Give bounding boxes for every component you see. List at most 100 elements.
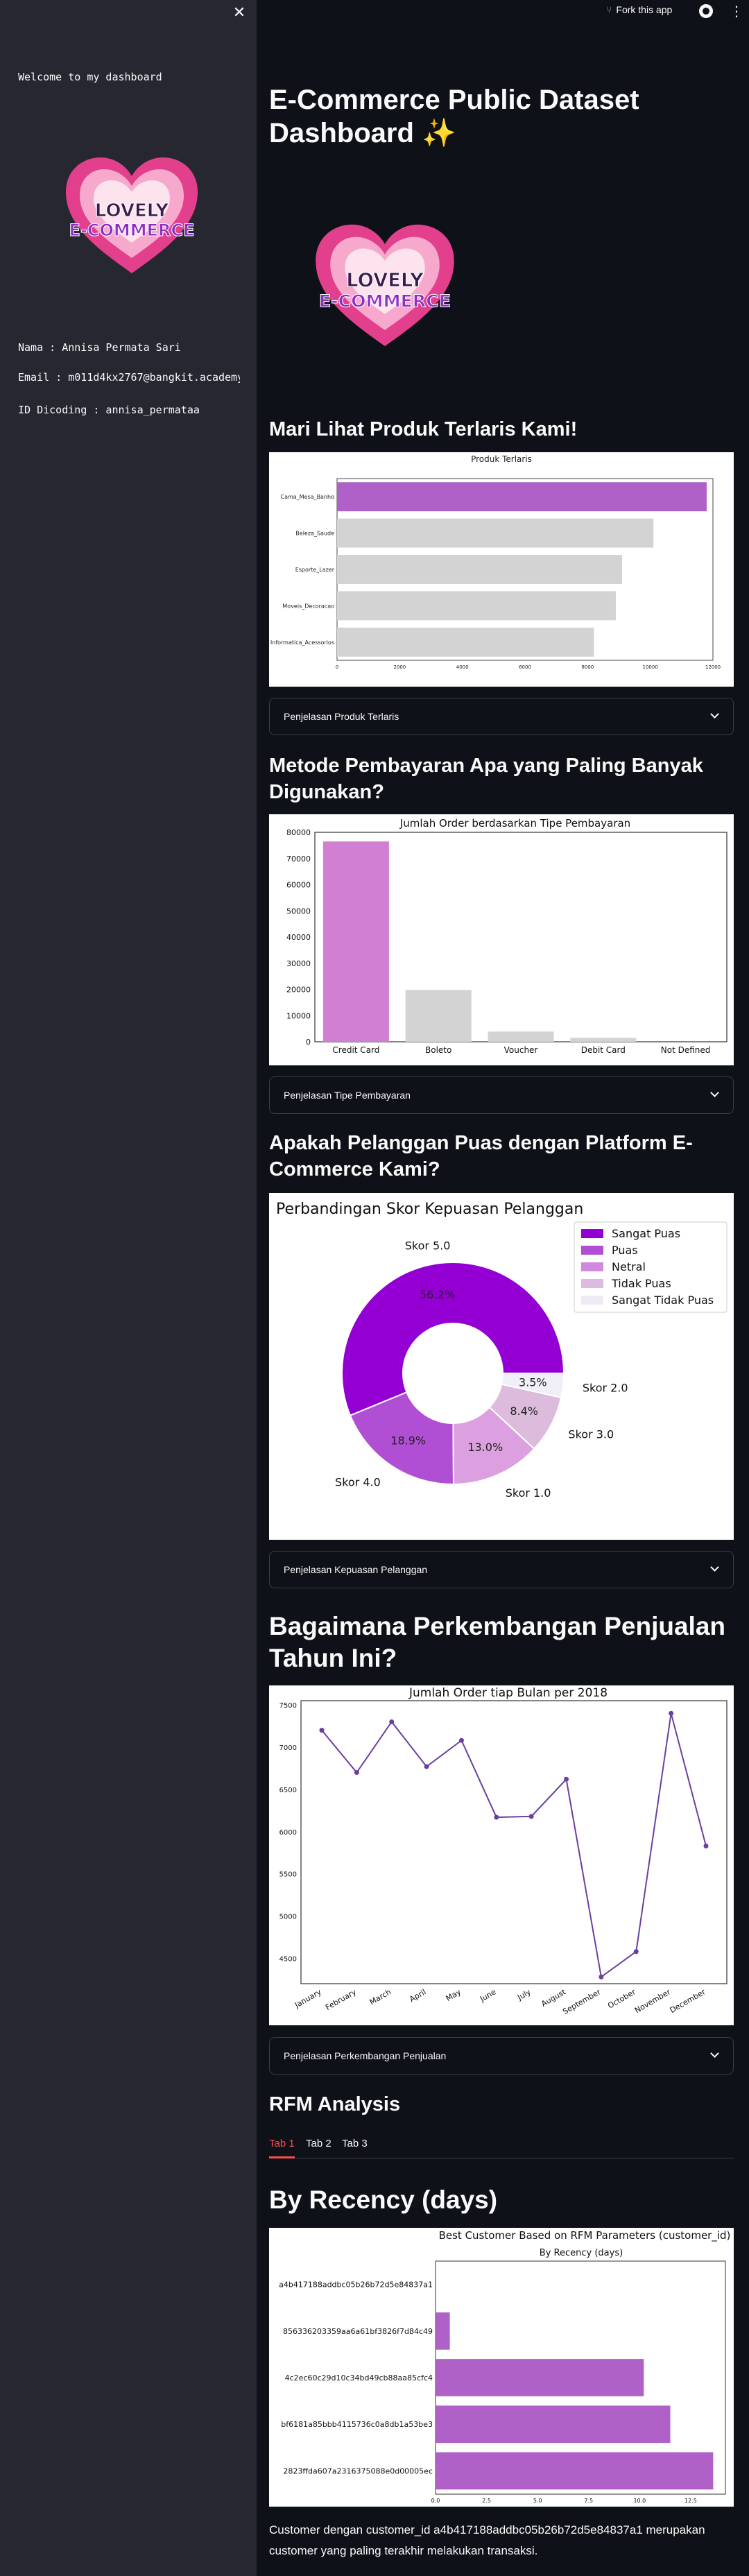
chart-title: Best Customer Based on RFM Parameters (c… [439, 2229, 731, 2242]
pembayaran-expander[interactable]: Penjelasan Tipe Pembayaran [269, 1076, 734, 1114]
fork-icon: ⑂ [606, 4, 612, 15]
recency-chart-card: Best Customer Based on RFM Parameters (c… [269, 2228, 734, 2507]
kepuasan-chart: Perbandingan Skor Kepuasan Pelanggan 56.2… [276, 1201, 728, 1500]
x-tick-label: 2.5 [482, 2498, 491, 2504]
x-tick-label: May [445, 1987, 463, 2003]
x-tick-label: March [368, 1987, 393, 2007]
main-logo: LOVELY E-COMMERCE [316, 224, 454, 347]
penjualan-heading: Bagaimana Perkembangan Penjualan Tahun I… [269, 1612, 726, 1672]
y-tick-label: 4c2ec60c29d10c34bd49cb88aa85cfc4 [285, 2373, 433, 2382]
x-tick-label: April [408, 1987, 427, 2004]
x-tick-label: January [293, 1987, 323, 2010]
x-tick-label: Voucher [504, 1045, 538, 1055]
y-tick-label: Moveis_Decoracao [282, 603, 334, 609]
x-tick-label: 10.0 [633, 2498, 646, 2504]
x-tick-label: 0.0 [431, 2498, 440, 2504]
bar [570, 1038, 637, 1042]
bar [337, 591, 616, 621]
y-tick-label: 6500 [279, 1787, 297, 1794]
bar [337, 482, 707, 512]
tab-2[interactable]: Tab 2 [306, 2138, 332, 2149]
bar [337, 518, 654, 548]
fork-label: Fork this app [616, 4, 673, 15]
bar [436, 2312, 450, 2350]
data-point [633, 1949, 639, 1955]
slice-label: Skor 5.0 [405, 1239, 451, 1253]
tab-1[interactable]: Tab 1 [269, 2138, 295, 2149]
kepuasan-heading: Apakah Pelanggan Puas dengan Platform E-… [269, 1132, 693, 1180]
main-logo-line1: LOVELY [346, 270, 424, 291]
produk-expander[interactable]: Penjelasan Produk Terlaris [269, 698, 734, 735]
data-point [564, 1776, 569, 1782]
plot-frame [300, 1700, 728, 1984]
chevron-down-icon [710, 1563, 719, 1572]
y-tick-label: 40000 [286, 933, 311, 942]
sidebar-logo: LOVELY E-COMMERCE [66, 157, 198, 273]
series-line [321, 1713, 707, 1979]
produk-chart-card: Produk Terlaris Cama_Mesa_Banho Beleza_Sau… [269, 452, 734, 687]
sidebar-email: Email : m011d4kx2767@bangkit.academy [18, 371, 240, 384]
y-tick-label: 7500 [279, 1702, 297, 1710]
legend-swatch [581, 1296, 603, 1305]
y-tick-label: 856336203359aa6a61bf3826f7d84c49 [283, 2327, 433, 2336]
fork-app-button[interactable]: ⑂ Fork this app [606, 4, 672, 15]
y-tick-label: 5000 [279, 1914, 297, 1921]
y-tick-label: 0 [306, 1038, 311, 1047]
bar [322, 841, 389, 1042]
x-tick-label: June [478, 1987, 497, 2004]
legend-label: Tidak Puas [611, 1277, 671, 1290]
slice-label: Skor 1.0 [506, 1486, 551, 1500]
tab-3[interactable]: Tab 3 [342, 2138, 368, 2149]
github-icon[interactable] [699, 4, 713, 18]
x-tick-label: 12.5 [685, 2498, 697, 2504]
y-tick-label: 50000 [286, 907, 311, 916]
y-tick-label: 80000 [286, 828, 311, 837]
y-tick-label: Cama_Mesa_Banho [280, 494, 334, 500]
chart-title: Jumlah Order tiap Bulan per 2018 [408, 1686, 608, 1700]
pembayaran-expander-label: Penjelasan Tipe Pembayaran [284, 1090, 411, 1101]
recency-heading: By Recency (days) [269, 2186, 498, 2214]
legend-label: Puas [612, 1244, 638, 1257]
chart-title: Perbandingan Skor Kepuasan Pelanggan [276, 1201, 583, 1218]
x-tick-label: February [324, 1987, 358, 2012]
chevron-down-icon [710, 710, 719, 719]
kepuasan-expander-label: Penjelasan Kepuasan Pelanggan [284, 1564, 428, 1575]
legend-swatch [581, 1262, 603, 1271]
x-tick-label: Boleto [425, 1045, 451, 1055]
pct-label: 3.5% [519, 1376, 547, 1389]
x-tick-label: July [515, 1987, 533, 2002]
x-tick-label: 2000 [393, 664, 406, 670]
y-tick-label: Esporte_Lazer [295, 567, 335, 573]
slice-label: Skor 2.0 [583, 1382, 628, 1395]
x-tick-label: November [633, 1987, 672, 2015]
y-tick-label: 60000 [286, 881, 311, 890]
x-tick-label: 4000 [456, 664, 469, 670]
main-menu-icon[interactable]: ⋮ [730, 3, 743, 19]
produk-terlaris-chart: Produk Terlaris Cama_Mesa_Banho Beleza_Sau… [270, 454, 721, 670]
bar [337, 627, 594, 657]
close-sidebar-icon[interactable]: ✕ [230, 4, 248, 22]
slice-label: Skor 4.0 [335, 1475, 381, 1488]
sidebar: ✕ Welcome to my dashboard LOVELY E-COMME… [0, 0, 257, 2576]
data-point [458, 1737, 464, 1743]
penjualan-expander[interactable]: Penjelasan Perkembangan Penjualan [269, 2037, 734, 2075]
kepuasan-expander[interactable]: Penjelasan Kepuasan Pelanggan [269, 1551, 734, 1588]
penjualan-chart-card: Jumlah Order tiap Bulan per 2018 4500 5000… [269, 1685, 734, 2025]
pct-label: 8.4% [510, 1405, 538, 1418]
y-tick-label: 7000 [279, 1744, 297, 1752]
pembayaran-chart-card: Jumlah Order berdasarkan Tipe Pembayaran… [269, 814, 734, 1065]
produk-expander-label: Penjelasan Produk Terlaris [284, 711, 399, 722]
pembayaran-chart: Jumlah Order berdasarkan Tipe Pembayaran… [286, 817, 728, 1055]
y-tick-label: Informatica_Acessorios [270, 639, 334, 646]
chart-subtitle: By Recency (days) [540, 2248, 623, 2258]
data-point [528, 1814, 534, 1819]
chart-title: Produk Terlaris [471, 454, 532, 464]
bar [436, 2405, 671, 2444]
penjualan-chart: Jumlah Order tiap Bulan per 2018 4500 5000… [279, 1686, 728, 2016]
y-tick-label: a4b417188addbc05b26b72d5e84837a1 [279, 2281, 433, 2290]
rfm-heading: RFM Analysis [269, 2093, 401, 2115]
legend-swatch [581, 1229, 603, 1238]
y-tick-label: 30000 [286, 959, 311, 968]
chevron-down-icon [710, 2049, 719, 2058]
legend-label: Netral [612, 1260, 646, 1273]
